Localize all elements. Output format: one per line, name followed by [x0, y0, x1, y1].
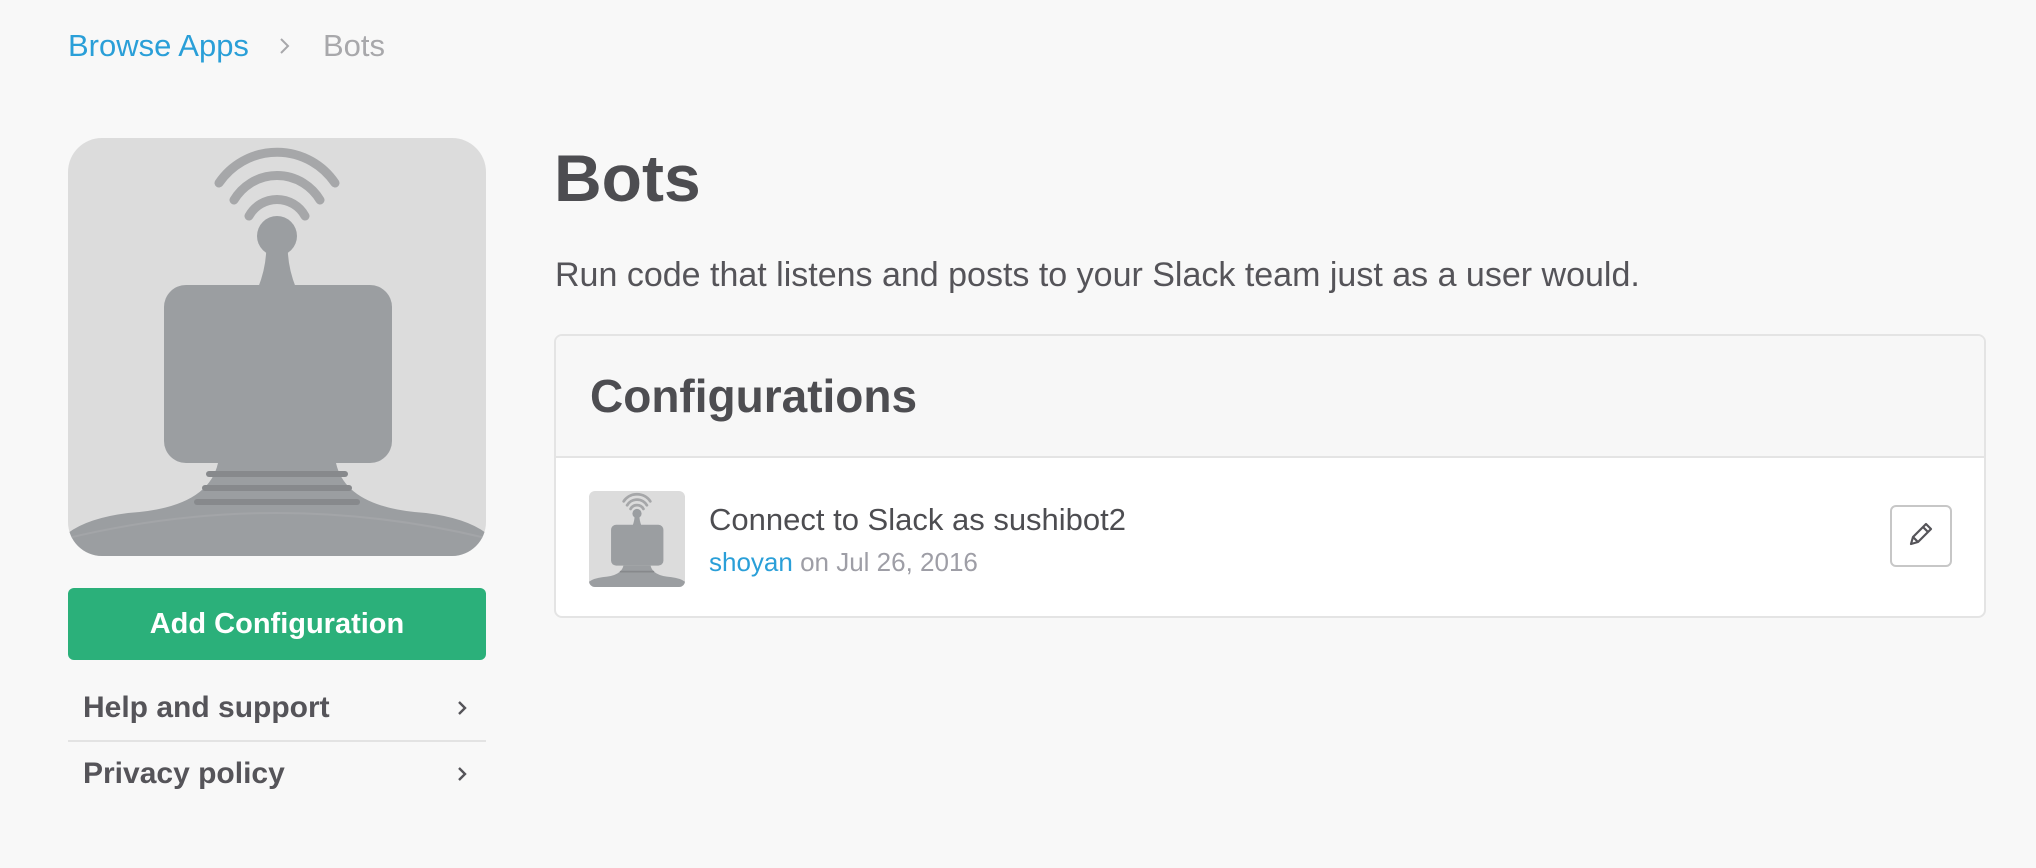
configurations-panel: Configurations Connect to Slack as sushi…	[554, 334, 1986, 618]
breadcrumb-current: Bots	[322, 28, 385, 63]
help-and-support-label: Help and support	[83, 691, 330, 724]
configuration-meta: shoyan on Jul 26, 2016	[709, 545, 978, 579]
privacy-policy-label: Privacy policy	[83, 757, 285, 790]
app-description: Run code that listens and posts to your …	[555, 256, 1640, 294]
edit-configuration-button[interactable]	[1890, 505, 1952, 567]
privacy-policy-link[interactable]: Privacy policy	[68, 740, 486, 806]
chevron-right-icon	[277, 38, 293, 54]
chevron-right-icon	[454, 699, 472, 717]
help-and-support-link[interactable]: Help and support	[68, 676, 486, 740]
configurations-header: Configurations	[556, 336, 1984, 458]
breadcrumb-browse-apps-link[interactable]: Browse Apps	[68, 24, 249, 68]
pencil-icon	[1905, 518, 1937, 555]
add-configuration-button[interactable]: Add Configuration	[68, 588, 486, 660]
app-detail-page: Browse Apps Bots Add Configuration Help …	[0, 0, 2036, 868]
page-title: Bots	[554, 141, 701, 215]
configuration-user-link[interactable]: shoyan	[709, 547, 793, 577]
configurations-heading: Configurations	[590, 370, 918, 422]
bots-app-icon	[68, 138, 486, 556]
chevron-right-icon	[454, 765, 472, 783]
configuration-title: Connect to Slack as sushibot2	[709, 502, 1127, 537]
bots-app-thumbnail	[589, 491, 685, 587]
configuration-list-item: Connect to Slack as sushibot2 shoyan on …	[556, 458, 1984, 616]
sidebar-links: Help and support Privacy policy	[68, 676, 486, 806]
breadcrumb: Browse Apps Bots	[68, 24, 385, 68]
configuration-date: on Jul 26, 2016	[792, 547, 978, 577]
